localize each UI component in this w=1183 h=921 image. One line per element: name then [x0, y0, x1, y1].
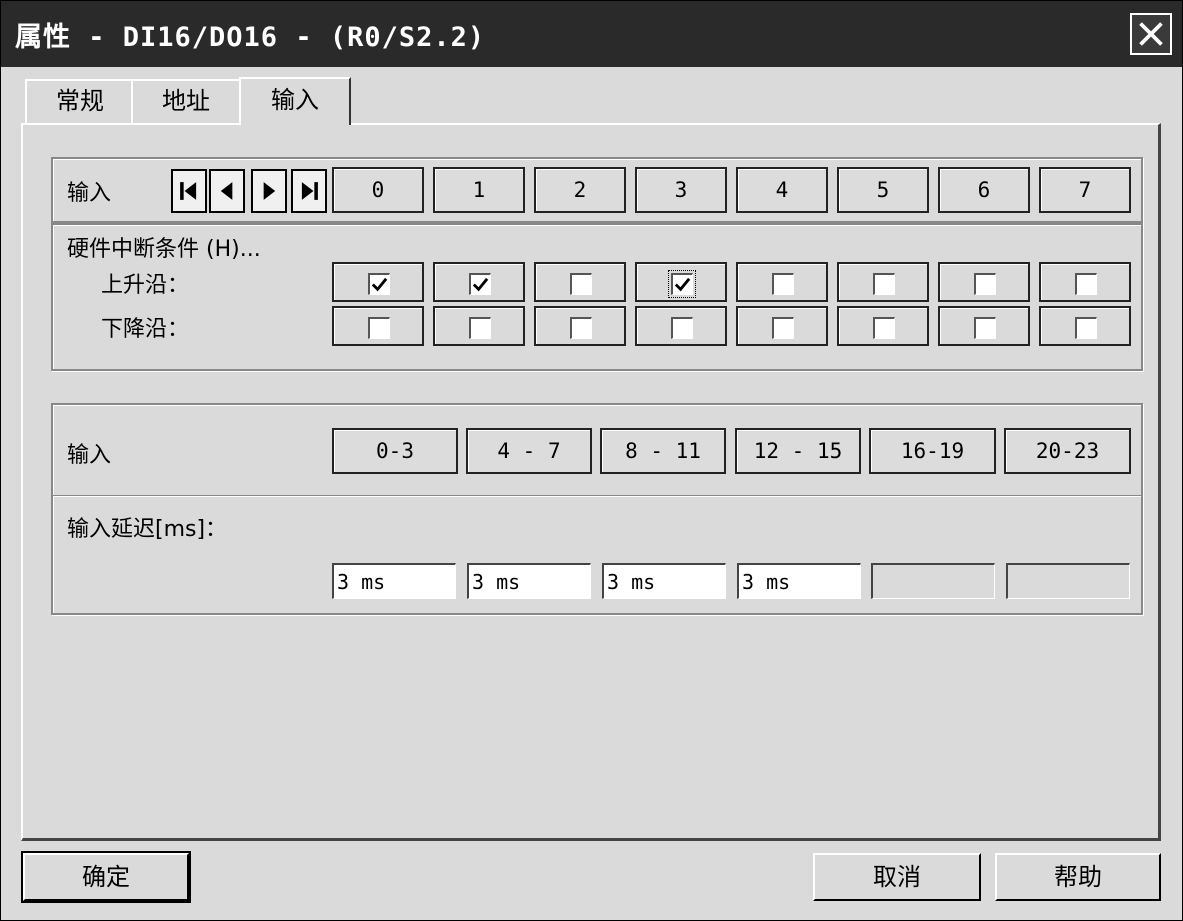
channel-0-header[interactable]: 0: [332, 167, 424, 213]
falling-edge-checkbox-4[interactable]: [772, 317, 794, 339]
tab-general[interactable]: 常规: [25, 79, 133, 123]
falling-edge-cell-7: [1039, 306, 1131, 346]
rising-edge-checkbox-2[interactable]: [570, 273, 592, 295]
title-bar: 属性 - DI16/DO16 - (R0/S2.2): [1, 1, 1182, 67]
cancel-button[interactable]: 取消: [813, 853, 981, 901]
rising-edge-label: 上升沿：: [101, 273, 190, 298]
falling-edge-cell-3: [635, 306, 727, 346]
next-channel-button[interactable]: [251, 169, 287, 213]
help-button[interactable]: 帮助: [995, 853, 1161, 901]
falling-edge-checkbox-2[interactable]: [570, 317, 592, 339]
previous-icon: [220, 182, 233, 200]
delay-field-0-3[interactable]: 3 ms: [332, 563, 456, 599]
falling-edge-label: 下降沿：: [101, 317, 190, 342]
tab-input[interactable]: 输入: [239, 77, 351, 125]
group-12-15-header[interactable]: 12 - 15: [735, 428, 861, 474]
first-icon: [180, 182, 197, 200]
close-icon: [1139, 22, 1163, 46]
checkmark-icon: [674, 277, 691, 292]
delay-field-16-19: [871, 563, 995, 599]
ok-button[interactable]: 确定: [21, 851, 191, 903]
rising-edge-cell-0: [332, 262, 424, 302]
falling-edge-checkbox-3[interactable]: [671, 317, 693, 339]
channel-4-header[interactable]: 4: [736, 167, 828, 213]
rising-edge-cell-2: [534, 262, 626, 302]
previous-channel-button[interactable]: [209, 169, 245, 213]
rising-edge-checkbox-1[interactable]: [469, 273, 491, 295]
rising-edge-checkbox-3[interactable]: [668, 270, 696, 298]
falling-edge-cell-4: [736, 306, 828, 346]
group-20-23-header[interactable]: 20-23: [1004, 428, 1131, 474]
rising-edge-cell-5: [837, 262, 929, 302]
rising-edge-cell-7: [1039, 262, 1131, 302]
group-16-19-header[interactable]: 16-19: [869, 428, 996, 474]
falling-edge-cell-6: [938, 306, 1030, 346]
window-title: 属性 - DI16/DO16 - (R0/S2.2): [15, 22, 486, 53]
input-delay-label: 输入延迟[ms]：: [67, 517, 228, 542]
group-8-11-header[interactable]: 8 - 11: [600, 428, 726, 474]
falling-edge-cell-2: [534, 306, 626, 346]
rising-edge-checkbox-0[interactable]: [368, 273, 390, 295]
last-icon: [301, 182, 318, 200]
rising-edge-cell-4: [736, 262, 828, 302]
rising-edge-cell-6: [938, 262, 1030, 302]
channel-6-header[interactable]: 6: [938, 167, 1030, 213]
falling-edge-cell-0: [332, 306, 424, 346]
rising-edge-checkbox-7[interactable]: [1075, 273, 1097, 295]
channel-3-header[interactable]: 3: [635, 167, 727, 213]
falling-edge-checkbox-7[interactable]: [1075, 317, 1097, 339]
channel-7-header[interactable]: 7: [1039, 167, 1131, 213]
close-button[interactable]: [1130, 13, 1172, 55]
falling-edge-checkbox-1[interactable]: [469, 317, 491, 339]
rising-edge-checkbox-5[interactable]: [873, 273, 895, 295]
channel-label: 输入: [67, 181, 112, 206]
first-channel-button[interactable]: [171, 169, 207, 213]
rising-edge-cell-1: [433, 262, 525, 302]
hardware-interrupt-label: 硬件中断条件 (H)...: [67, 237, 261, 262]
falling-edge-cell-1: [433, 306, 525, 346]
channel-5-header[interactable]: 5: [837, 167, 929, 213]
properties-dialog: 属性 - DI16/DO16 - (R0/S2.2) 常规 地址 输入 输入 0…: [0, 0, 1183, 921]
rising-edge-checkbox-6[interactable]: [974, 273, 996, 295]
falling-edge-cell-5: [837, 306, 929, 346]
next-icon: [263, 182, 276, 200]
delay-field-4-7[interactable]: 3 ms: [467, 563, 591, 599]
rising-edge-checkbox-4[interactable]: [772, 273, 794, 295]
input-groups-label: 输入: [67, 443, 112, 468]
tab-address[interactable]: 地址: [131, 79, 241, 123]
delay-field-20-23: [1006, 563, 1130, 599]
channel-2-header[interactable]: 2: [534, 167, 626, 213]
group-0-3-header[interactable]: 0-3: [332, 428, 458, 474]
falling-edge-checkbox-6[interactable]: [974, 317, 996, 339]
falling-edge-checkbox-0[interactable]: [368, 317, 390, 339]
falling-edge-checkbox-5[interactable]: [873, 317, 895, 339]
delay-field-8-11[interactable]: 3 ms: [602, 563, 726, 599]
delay-field-12-15[interactable]: 3 ms: [737, 563, 861, 599]
channel-1-header[interactable]: 1: [433, 167, 525, 213]
checkmark-icon: [371, 277, 388, 292]
group-4-7-header[interactable]: 4 - 7: [466, 428, 592, 474]
group-divider: [53, 495, 1141, 497]
rising-edge-cell-3: [635, 262, 727, 302]
checkmark-icon: [472, 277, 489, 292]
last-channel-button[interactable]: [291, 169, 327, 213]
